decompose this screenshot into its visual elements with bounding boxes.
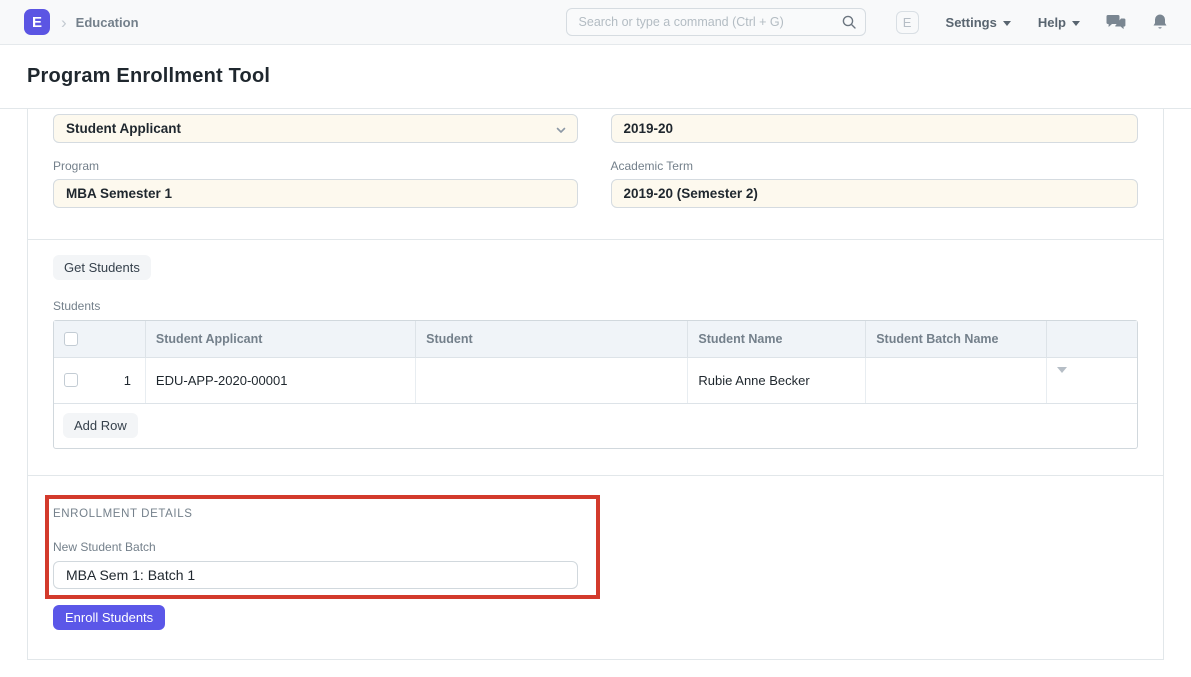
chevron-down-icon: [1072, 21, 1080, 26]
get-students-from-select[interactable]: Student Applicant: [53, 114, 578, 143]
table-row: 1 EDU-APP-2020-00001 Rubie Anne Becker: [54, 357, 1137, 403]
new-student-batch-label: New Student Batch: [53, 540, 1138, 554]
search-icon[interactable]: [841, 14, 857, 35]
filters-section: Student Applicant Program MBA Semester 1…: [28, 109, 1163, 239]
help-menu[interactable]: Help: [1038, 15, 1080, 30]
cell-student-name[interactable]: Rubie Anne Becker: [688, 357, 866, 403]
academic-year-field[interactable]: 2019-20: [611, 114, 1139, 143]
col-header-student-batch-name: Student Batch Name: [866, 321, 1047, 357]
get-students-from-value: Student Applicant: [66, 121, 181, 136]
get-students-button[interactable]: Get Students: [53, 255, 151, 280]
filters-col-left: Student Applicant Program MBA Semester 1: [53, 114, 581, 208]
navbar: E › Education E Settings Help: [0, 0, 1191, 45]
new-student-batch-input[interactable]: [53, 561, 578, 589]
breadcrumb[interactable]: Education: [76, 15, 139, 30]
col-header-student-applicant: Student Applicant: [145, 321, 415, 357]
global-search: [566, 8, 866, 36]
col-header-actions: [1047, 321, 1137, 357]
row-checkbox[interactable]: [64, 373, 78, 387]
col-header-student-name: Student Name: [688, 321, 866, 357]
search-input[interactable]: [566, 8, 866, 36]
chevron-down-icon: [1003, 21, 1011, 26]
app-logo[interactable]: E: [24, 9, 50, 35]
cell-student-applicant[interactable]: EDU-APP-2020-00001: [145, 357, 415, 403]
cell-student[interactable]: [416, 357, 688, 403]
academic-term-value: 2019-20 (Semester 2): [624, 186, 758, 201]
filters-col-right: 2019-20 Academic Term 2019-20 (Semester …: [611, 114, 1139, 208]
page-head: Program Enrollment Tool: [0, 45, 1191, 109]
students-section: Get Students Students Student Applicant …: [28, 240, 1163, 475]
add-row-button[interactable]: Add Row: [63, 413, 138, 438]
row-index: 1: [124, 373, 135, 388]
enrollment-details-heading: ENROLLMENT DETAILS: [53, 508, 1138, 520]
students-grid-label: Students: [53, 299, 1138, 313]
academic-term-label: Academic Term: [611, 159, 1139, 173]
form-card: Student Applicant Program MBA Semester 1…: [27, 109, 1164, 660]
bell-icon[interactable]: [1152, 13, 1168, 31]
settings-menu[interactable]: Settings: [946, 15, 1011, 30]
grid-header-row: Student Applicant Student Student Name S…: [54, 321, 1137, 357]
academic-term-field[interactable]: 2019-20 (Semester 2): [611, 179, 1139, 208]
program-field[interactable]: MBA Semester 1: [53, 179, 578, 208]
user-avatar[interactable]: E: [896, 11, 919, 34]
page-title: Program Enrollment Tool: [27, 65, 270, 88]
select-all-checkbox[interactable]: [64, 332, 78, 346]
chevron-down-icon: [555, 124, 567, 139]
enrollment-section: ENROLLMENT DETAILS New Student Batch Enr…: [28, 476, 1163, 659]
chevron-right-icon: ›: [61, 14, 67, 31]
row-expand-caret-icon[interactable]: [1057, 367, 1067, 388]
col-header-student: Student: [416, 321, 688, 357]
cell-student-batch-name[interactable]: [866, 357, 1047, 403]
chat-icon[interactable]: [1106, 14, 1126, 31]
grid-footer: Add Row: [54, 403, 1137, 448]
academic-year-value: 2019-20: [624, 121, 674, 136]
settings-label: Settings: [946, 15, 997, 30]
help-label: Help: [1038, 15, 1066, 30]
program-label: Program: [53, 159, 581, 173]
program-value: MBA Semester 1: [66, 186, 172, 201]
enroll-students-button[interactable]: Enroll Students: [53, 605, 165, 630]
students-grid: Student Applicant Student Student Name S…: [53, 320, 1138, 449]
